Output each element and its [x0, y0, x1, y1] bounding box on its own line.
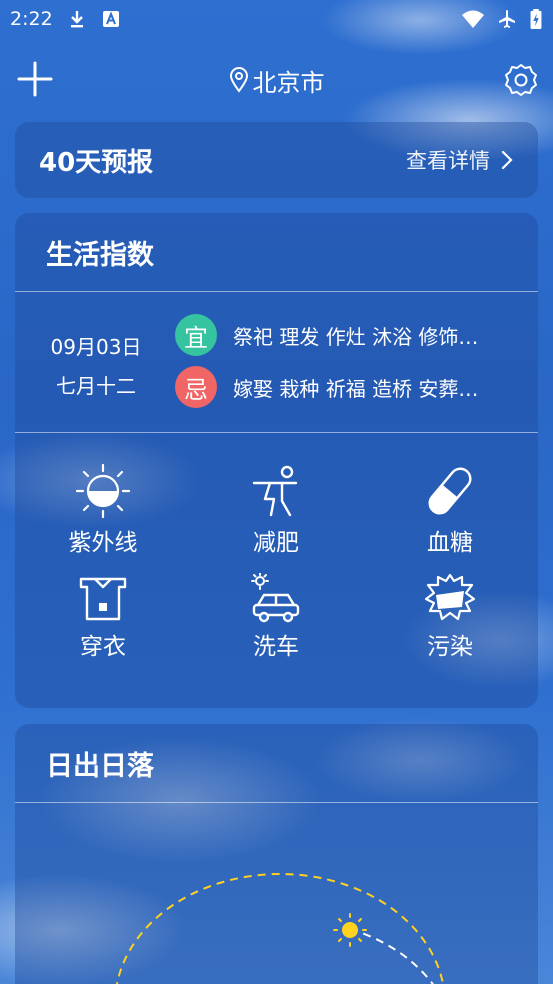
sun-path-arc	[116, 873, 444, 984]
sunrise-sunset-card: 日出日落	[15, 724, 538, 984]
index-pollution[interactable]: 污染	[390, 573, 510, 661]
forecast-40day-card[interactable]: 40天预报 查看详情	[15, 122, 538, 198]
wifi-icon	[462, 10, 484, 28]
ji-row: 忌 嫁娶 栽种 祈福 造桥 安葬…	[175, 366, 505, 408]
ji-text: 嫁娶 栽种 祈福 造桥 安葬…	[233, 376, 479, 401]
index-blood-sugar[interactable]: 血糖	[390, 463, 510, 557]
sun-path-elapsed	[116, 873, 444, 984]
divider	[15, 802, 538, 803]
index-label: 减肥	[253, 530, 299, 556]
yi-text: 祭祀 理发 作灶 沐浴 修饰…	[233, 324, 479, 349]
settings-gear-icon[interactable]	[503, 62, 539, 98]
city-name: 北京市	[252, 68, 325, 97]
location-pin-icon	[229, 67, 248, 93]
exercise-person-icon	[252, 465, 298, 517]
ji-badge: 忌	[175, 366, 217, 408]
yi-row: 宜 祭祀 理发 作灶 沐浴 修饰…	[175, 314, 505, 356]
download-icon	[70, 11, 83, 28]
status-time: 2:22	[10, 8, 53, 30]
shirt-icon	[79, 577, 127, 621]
almanac-date: 09月03日 七月十二	[46, 328, 146, 406]
top-bar: 北京市	[0, 52, 553, 108]
life-index-grid: 紫外线 减肥 血糖 穿衣 洗车 污染	[15, 433, 538, 709]
life-index-title: 生活指数	[46, 239, 154, 271]
add-city-button[interactable]	[16, 60, 54, 98]
view-details-label: 查看详情	[406, 149, 490, 173]
chevron-right-icon	[501, 150, 513, 170]
battery-charging-icon	[530, 9, 542, 29]
sun-path-remaining	[349, 928, 434, 984]
index-label: 洗车	[253, 634, 299, 660]
index-label: 污染	[427, 634, 473, 660]
view-details-link[interactable]: 查看详情	[406, 145, 514, 175]
index-label: 血糖	[427, 530, 473, 556]
airplane-mode-icon	[499, 10, 515, 28]
uv-sun-icon	[75, 463, 131, 519]
forecast-title: 40天预报	[39, 147, 154, 178]
pollution-icon	[424, 573, 476, 621]
pill-capsule-icon	[428, 467, 472, 515]
index-uv[interactable]: 紫外线	[43, 463, 163, 557]
index-label: 穿衣	[80, 634, 126, 660]
sun-icon	[333, 913, 367, 947]
status-bar: 2:22	[0, 0, 553, 38]
index-label: 紫外线	[68, 530, 138, 556]
index-diet[interactable]: 减肥	[216, 463, 336, 557]
index-car-wash[interactable]: 洗车	[216, 573, 336, 661]
city-selector[interactable]: 北京市	[229, 63, 325, 98]
notification-app-icon	[102, 11, 119, 27]
car-wash-icon	[251, 573, 300, 623]
life-index-card: 生活指数 09月03日 七月十二 宜 祭祀 理发 作灶 沐浴 修饰… 忌 嫁娶 …	[15, 213, 538, 708]
lunar-date: 七月十二	[56, 374, 136, 398]
index-dressing[interactable]: 穿衣	[43, 573, 163, 661]
yi-badge: 宜	[175, 314, 217, 356]
sunrise-sunset-title: 日出日落	[46, 750, 154, 782]
solar-date: 09月03日	[50, 335, 142, 359]
almanac-section[interactable]: 09月03日 七月十二 宜 祭祀 理发 作灶 沐浴 修饰… 忌 嫁娶 栽种 祈福…	[15, 292, 538, 432]
